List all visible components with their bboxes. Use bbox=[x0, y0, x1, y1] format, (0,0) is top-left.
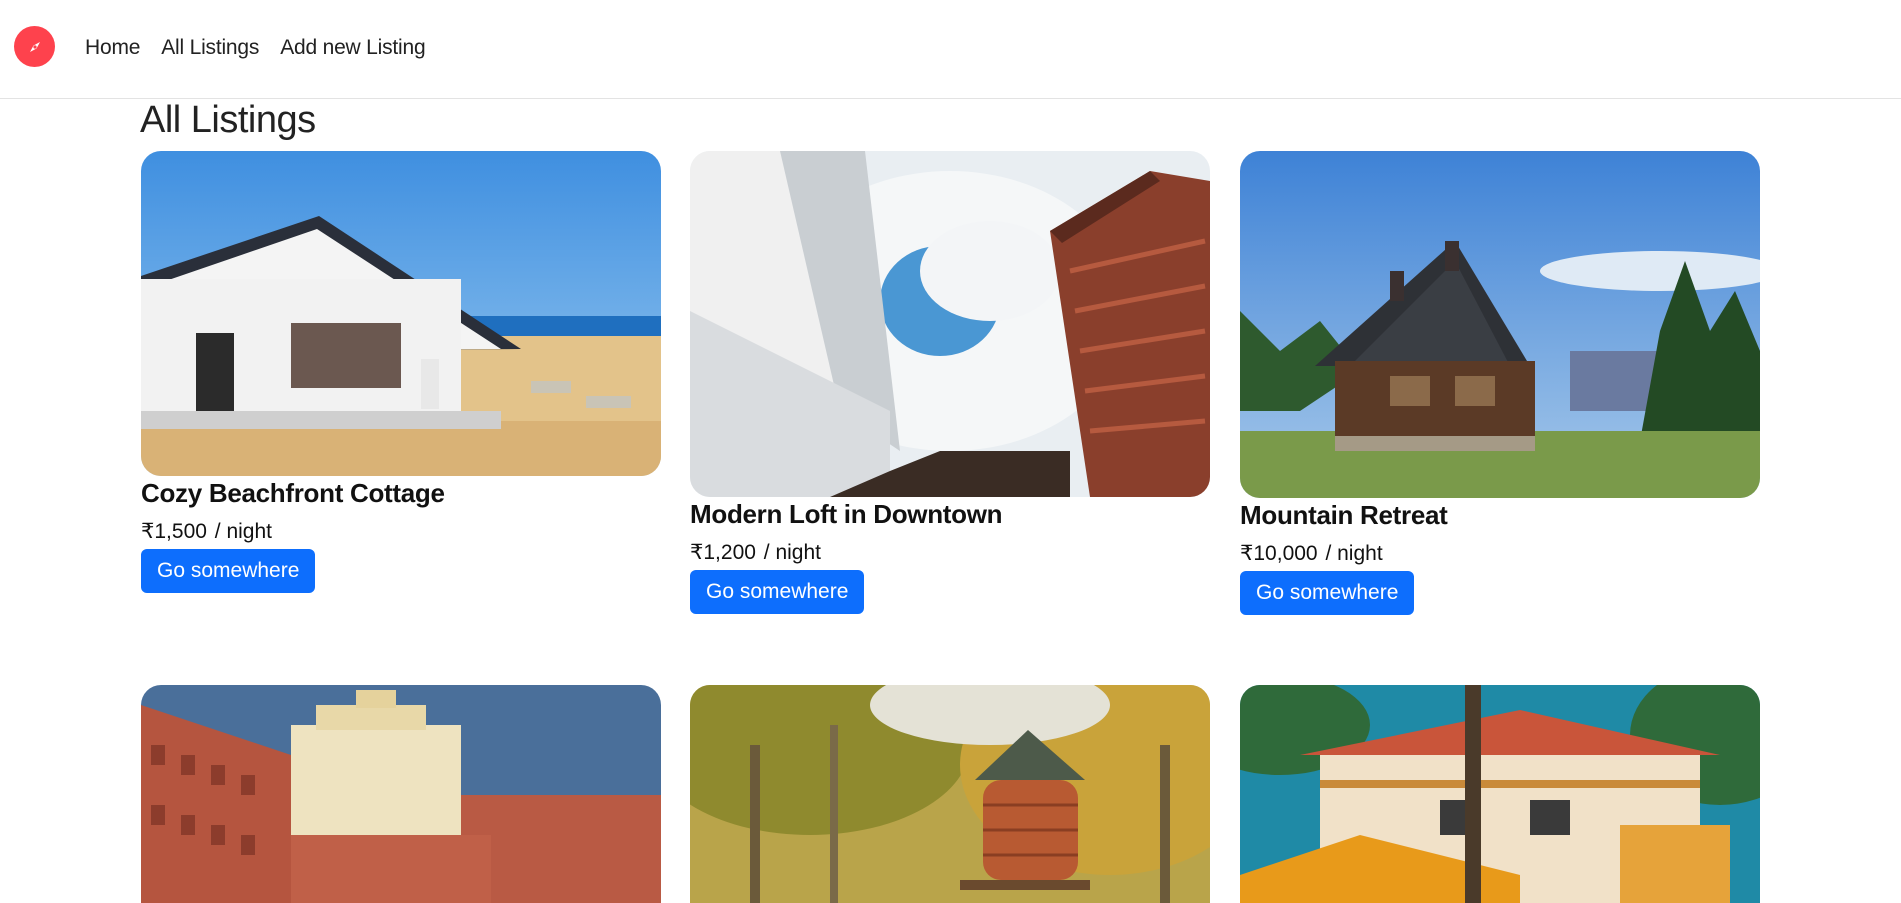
price-unit: / night bbox=[1325, 542, 1383, 565]
listing-card[interactable] bbox=[141, 685, 661, 903]
listing-card[interactable]: Cozy Beachfront Cottage ₹1,500 / night G… bbox=[141, 151, 661, 593]
listing-card[interactable] bbox=[690, 685, 1210, 903]
listing-price: ₹1,500 / night bbox=[141, 519, 661, 544]
listing-title: Mountain Retreat bbox=[1240, 500, 1448, 530]
price-unit: / night bbox=[763, 541, 821, 564]
navbar: Home All Listings Add new Listing bbox=[0, 0, 1901, 99]
price-value: 10,000 bbox=[1253, 542, 1318, 565]
listing-title: Cozy Beachfront Cottage bbox=[141, 478, 445, 508]
price-value: 1,500 bbox=[154, 520, 207, 543]
listing-card[interactable]: Mountain Retreat ₹10,000 / night Go some… bbox=[1240, 151, 1760, 615]
price-value: 1,200 bbox=[703, 541, 756, 564]
listing-image[interactable] bbox=[141, 685, 661, 903]
listing-image[interactable] bbox=[1240, 685, 1760, 903]
nav-links: Home All Listings Add new Listing bbox=[85, 36, 426, 60]
listing-image[interactable] bbox=[690, 685, 1210, 903]
listing-price: ₹10,000 / night bbox=[1240, 541, 1760, 566]
currency-symbol: ₹ bbox=[141, 520, 155, 543]
go-somewhere-button[interactable]: Go somewhere bbox=[141, 549, 316, 593]
nav-link-add-new-listing[interactable]: Add new Listing bbox=[280, 36, 425, 60]
compass-icon bbox=[29, 41, 40, 52]
nav-link-home[interactable]: Home bbox=[85, 36, 140, 60]
listing-title: Modern Loft in Downtown bbox=[690, 499, 1003, 529]
listing-price: ₹1,200 / night bbox=[690, 540, 1210, 565]
listing-image[interactable] bbox=[690, 151, 1210, 497]
listing-card[interactable]: Modern Loft in Downtown ₹1,200 / night G… bbox=[690, 151, 1210, 614]
go-somewhere-button[interactable]: Go somewhere bbox=[1240, 571, 1415, 615]
nav-link-all-listings[interactable]: All Listings bbox=[161, 36, 259, 60]
listing-image[interactable] bbox=[141, 151, 661, 476]
listing-image[interactable] bbox=[1240, 151, 1760, 498]
go-somewhere-button[interactable]: Go somewhere bbox=[690, 570, 865, 614]
page-title: All Listings bbox=[140, 99, 316, 141]
listing-card[interactable] bbox=[1240, 685, 1760, 903]
currency-symbol: ₹ bbox=[1240, 542, 1254, 565]
price-unit: / night bbox=[214, 520, 272, 543]
currency-symbol: ₹ bbox=[690, 541, 704, 564]
brand-logo[interactable] bbox=[14, 26, 55, 67]
